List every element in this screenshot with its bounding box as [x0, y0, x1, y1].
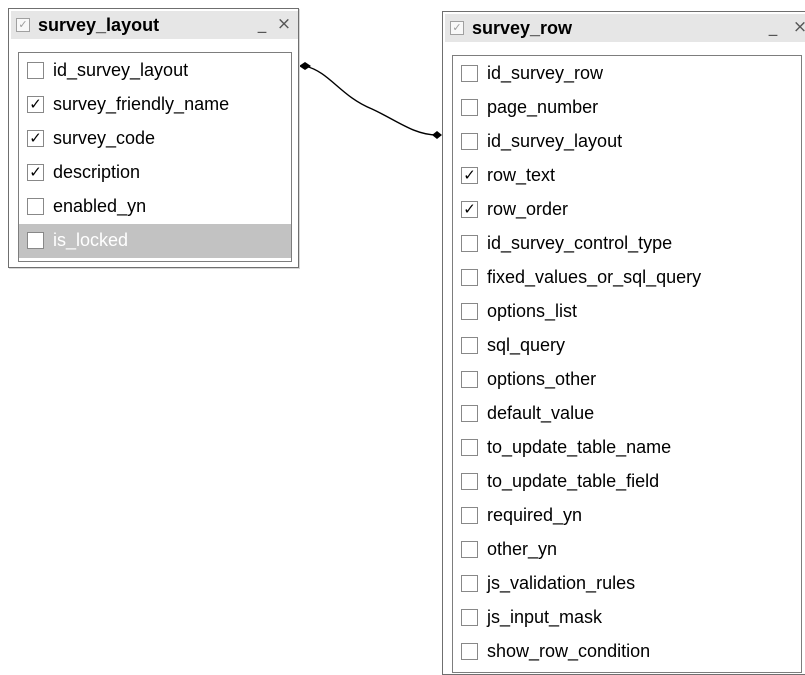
field-checkbox[interactable] — [461, 643, 478, 660]
relationship-start-marker — [299, 62, 311, 70]
field-name: to_update_table_field — [487, 471, 660, 491]
survey-row-field-row[interactable]: js_validation_rules — [453, 567, 801, 601]
survey-row-title-bar[interactable]: ✓ survey_row _ × — [445, 14, 805, 42]
survey-layout-title-bar[interactable]: ✓ survey_layout _ × — [11, 11, 298, 39]
field-name: page_number — [487, 97, 599, 117]
field-checkbox[interactable] — [461, 99, 478, 116]
survey-row-field-row[interactable]: ✓ row_text — [453, 159, 801, 193]
survey-row-field-list[interactable]: id_survey_row page_number id_survey_layout… — [452, 55, 802, 673]
close-icon[interactable]: × — [275, 15, 293, 35]
survey-row-field-row[interactable]: id_survey_layout — [453, 125, 801, 159]
field-name: to_update_table_name — [487, 437, 672, 457]
field-checkbox[interactable] — [461, 541, 478, 558]
survey-row-field-row[interactable]: id_survey_row — [453, 57, 801, 91]
survey-row-field-row[interactable]: fixed_values_or_sql_query — [453, 261, 801, 295]
survey-row-title: survey_row — [472, 18, 573, 38]
field-name: required_yn — [487, 505, 583, 525]
field-name: row_text — [487, 165, 556, 185]
field-name: is_locked — [53, 230, 129, 250]
field-name: sql_query — [487, 335, 566, 355]
field-checkbox[interactable]: ✓ — [461, 201, 478, 218]
field-name: survey_friendly_name — [53, 94, 230, 114]
survey-row-field-row[interactable]: other_yn — [453, 533, 801, 567]
field-checkbox[interactable] — [461, 507, 478, 524]
field-name: other_yn — [487, 539, 558, 559]
field-checkbox[interactable] — [461, 269, 478, 286]
survey-row-field-row[interactable]: options_list — [453, 295, 801, 329]
field-checkbox[interactable] — [461, 303, 478, 320]
field-name: id_survey_control_type — [487, 233, 673, 253]
minimize-icon[interactable]: _ — [253, 15, 271, 35]
survey-layout-field-list[interactable]: id_survey_layout ✓ survey_friendly_name ✓ su… — [18, 52, 292, 262]
field-name: show_row_condition — [487, 641, 651, 661]
field-checkbox[interactable] — [27, 62, 44, 79]
field-checkbox[interactable] — [461, 133, 478, 150]
field-checkbox[interactable] — [27, 198, 44, 215]
close-icon[interactable]: × — [791, 18, 805, 38]
field-name: fixed_values_or_sql_query — [487, 267, 702, 287]
field-name: enabled_yn — [53, 196, 147, 216]
field-name: row_order — [487, 199, 569, 219]
survey-layout-field-row[interactable]: is_locked — [19, 224, 291, 258]
survey-layout-field-row[interactable]: enabled_yn — [19, 190, 291, 224]
survey-row-field-row[interactable]: id_survey_control_type — [453, 227, 801, 261]
survey-row-field-row[interactable]: to_update_table_field — [453, 465, 801, 499]
field-checkbox[interactable] — [461, 405, 478, 422]
survey-row-field-row[interactable]: ✓ row_order — [453, 193, 801, 227]
field-name: options_list — [487, 301, 578, 321]
field-checkbox[interactable]: ✓ — [27, 96, 44, 113]
field-checkbox[interactable]: ✓ — [461, 167, 478, 184]
survey-row-field-row[interactable]: required_yn — [453, 499, 801, 533]
field-checkbox[interactable] — [461, 575, 478, 592]
survey-row-table-window[interactable]: ✓ survey_row _ × id_survey_row page_numbe… — [442, 11, 805, 675]
field-name: id_survey_layout — [53, 60, 189, 80]
field-name: id_survey_layout — [487, 131, 623, 151]
survey-row-field-row[interactable]: page_number — [453, 91, 801, 125]
field-checkbox[interactable] — [461, 235, 478, 252]
survey-row-field-row[interactable]: sql_query — [453, 329, 801, 363]
survey-layout-table-window[interactable]: ✓ survey_layout _ × id_survey_layout ✓ sur… — [8, 8, 299, 268]
survey-layout-field-row[interactable]: ✓ survey_code — [19, 122, 291, 156]
field-name: id_survey_row — [487, 63, 604, 83]
survey-layout-field-row[interactable]: id_survey_layout — [19, 54, 291, 88]
field-name: js_validation_rules — [487, 573, 636, 593]
relationship-connector — [304, 65, 438, 136]
field-checkbox[interactable] — [27, 232, 44, 249]
field-name: js_input_mask — [487, 607, 603, 627]
minimize-icon[interactable]: _ — [764, 18, 782, 38]
field-checkbox[interactable] — [461, 609, 478, 626]
field-name: survey_code — [53, 128, 156, 148]
survey-row-field-row[interactable]: default_value — [453, 397, 801, 431]
field-name: description — [53, 162, 141, 182]
survey-row-field-row[interactable]: js_input_mask — [453, 601, 801, 635]
check-icon[interactable]: ✓ — [16, 18, 30, 32]
survey-row-field-row[interactable]: to_update_table_name — [453, 431, 801, 465]
field-checkbox[interactable]: ✓ — [27, 130, 44, 147]
field-checkbox[interactable] — [461, 371, 478, 388]
relationship-end-marker — [432, 131, 442, 139]
survey-layout-field-row[interactable]: ✓ survey_friendly_name — [19, 88, 291, 122]
survey-layout-field-row[interactable]: ✓ description — [19, 156, 291, 190]
field-checkbox[interactable]: ✓ — [27, 164, 44, 181]
field-checkbox[interactable] — [461, 65, 478, 82]
field-checkbox[interactable] — [461, 439, 478, 456]
field-name: options_other — [487, 369, 597, 389]
field-checkbox[interactable] — [461, 473, 478, 490]
survey-row-field-row[interactable]: show_row_condition — [453, 635, 801, 669]
field-checkbox[interactable] — [461, 337, 478, 354]
check-icon[interactable]: ✓ — [450, 21, 464, 35]
field-name: default_value — [487, 403, 595, 423]
survey-layout-title: survey_layout — [38, 15, 160, 35]
database-diagram-canvas: ✓ survey_layout _ × id_survey_layout ✓ sur… — [0, 0, 805, 675]
survey-row-field-row[interactable]: options_other — [453, 363, 801, 397]
